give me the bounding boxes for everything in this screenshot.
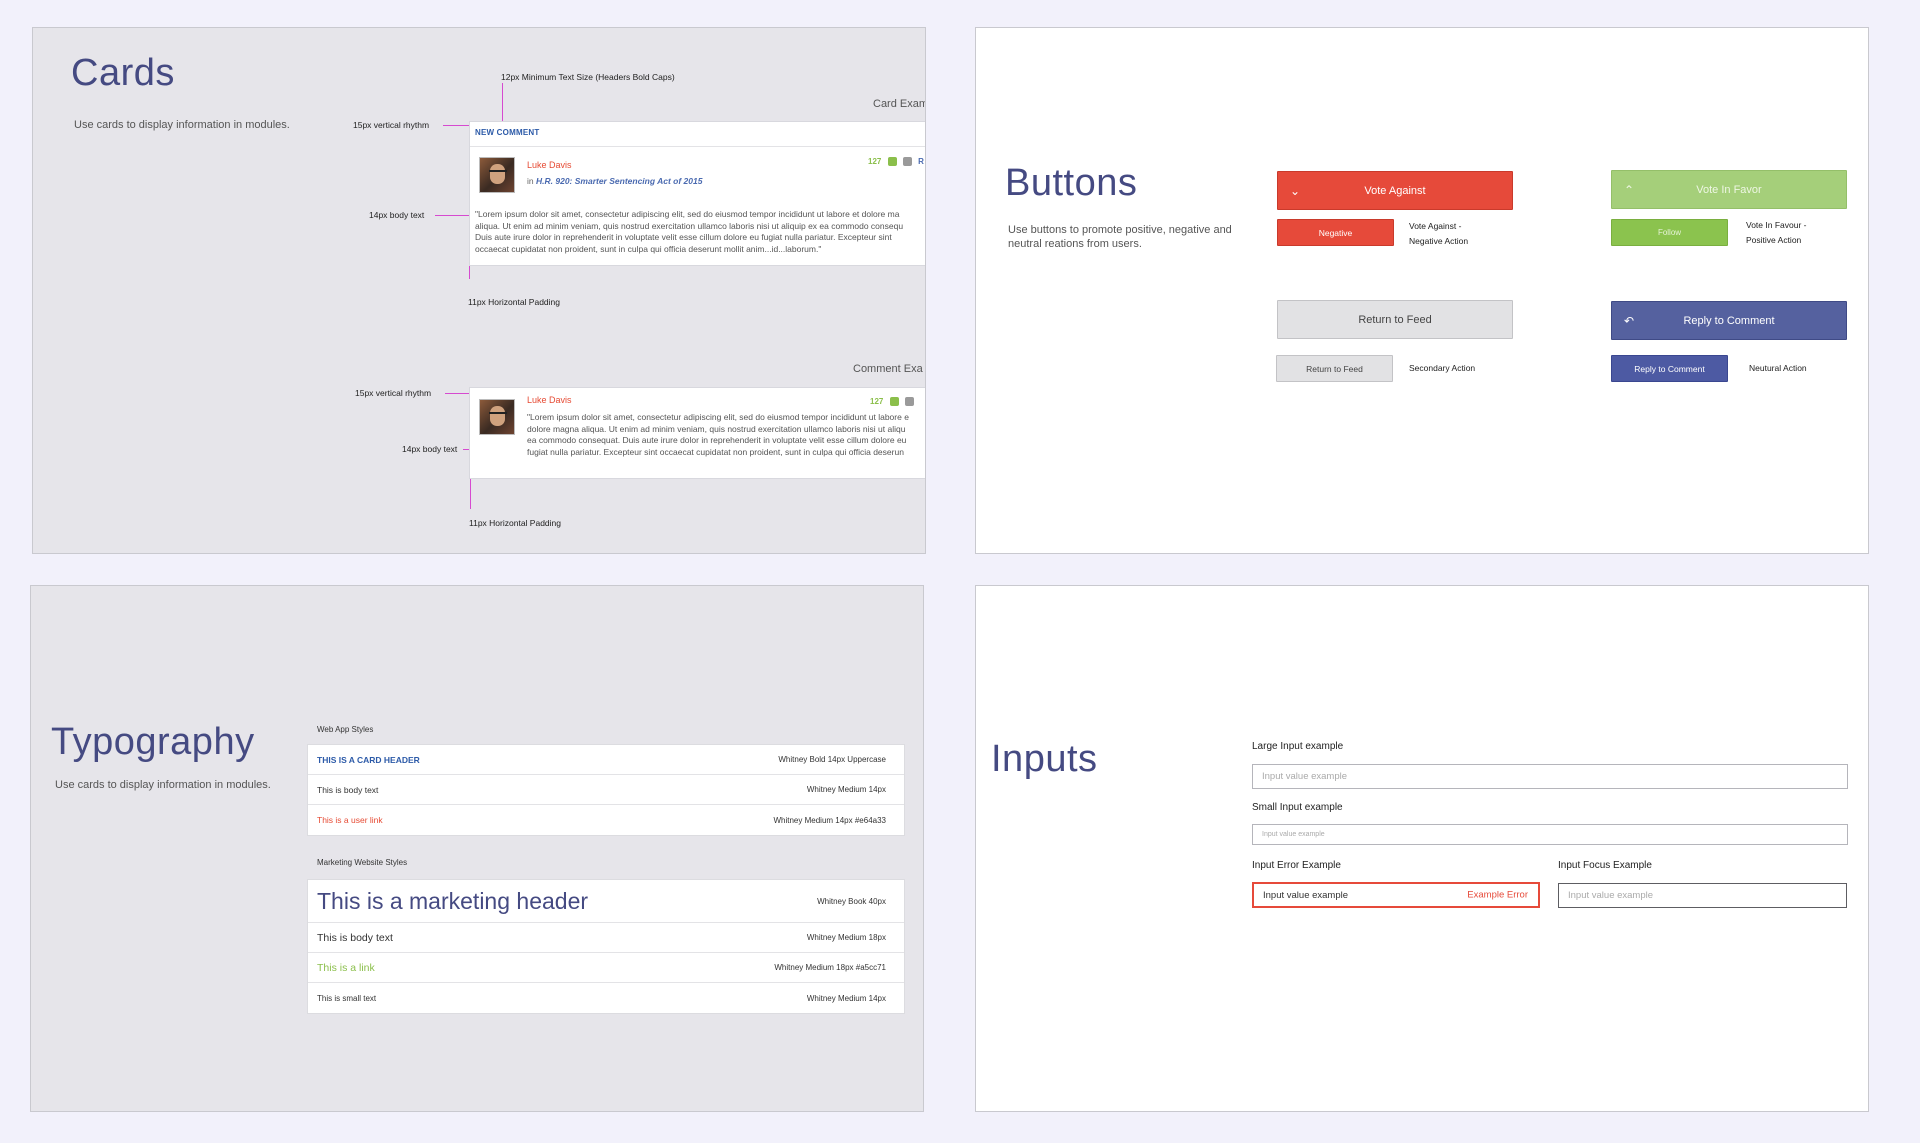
style-spec: Whitney Medium 14px #e64a33 (773, 815, 886, 825)
positive-action-desc: Vote In Favour - Positive Action (1746, 220, 1807, 245)
annotation-vertical-rhythm: 15px vertical rhythm (353, 120, 430, 130)
card-body: "Lorem ipsum dolor sit amet, consectetur… (475, 209, 904, 254)
annotation-body-text: 14px body text (402, 444, 458, 454)
chevron-down-icon: ⌄ (1290, 183, 1301, 198)
negative-button[interactable]: Negative (1277, 219, 1394, 246)
error-message: Example Error (1467, 889, 1528, 901)
card-example-label: Card Exam (873, 98, 926, 110)
table-row: This is a user link Whitney Medium 14px … (308, 805, 904, 835)
vote-in-favor-button[interactable]: ⌃ Vote In Favor (1611, 170, 1847, 209)
style-spec: Whitney Medium 18px (806, 933, 886, 942)
style-spec: Whitney Medium 14px (806, 785, 886, 794)
user-link[interactable]: Luke Davis (527, 395, 572, 405)
body-text-sample: This is body text (317, 784, 379, 795)
focus-input[interactable]: Input value example (1558, 883, 1847, 908)
reply-link[interactable]: R (918, 157, 924, 166)
return-to-feed-button[interactable]: Return to Feed (1277, 300, 1513, 339)
neutral-action-desc: Neutural Action (1749, 363, 1807, 373)
bill-link[interactable]: in H.R. 920: Smarter Sentencing Act of 2… (527, 176, 702, 186)
vote-count: 127 (868, 157, 882, 166)
cards-panel: Cards Use cards to display information i… (32, 27, 926, 554)
comment-example: Luke Davis 127 "Lorem ipsum dolor sit am… (469, 387, 925, 479)
vote-controls: 127 R (868, 157, 924, 167)
marketing-header-sample: This is a marketing header (317, 887, 589, 914)
thumbs-down-icon[interactable] (904, 397, 914, 407)
marketing-styles-label: Marketing Website Styles (317, 858, 408, 867)
table-row: This is body text Whitney Medium 18px (308, 923, 904, 953)
cards-description: Use cards to display information in modu… (74, 119, 290, 131)
inputs-title: Inputs (991, 738, 1098, 780)
annotation-vertical-rhythm: 15px vertical rhythm (355, 388, 432, 398)
table-row: This is a marketing header Whitney Book … (308, 880, 904, 923)
thumbs-up-icon[interactable] (889, 397, 899, 407)
card-header-sample: THIS IS A CARD HEADER (317, 754, 420, 765)
table-row: THIS IS A CARD HEADER Whitney Bold 14px … (308, 745, 904, 775)
typography-title: Typography (51, 721, 255, 763)
table-row: This is small text Whitney Medium 14px (308, 983, 904, 1014)
avatar (479, 399, 515, 435)
avatar (479, 157, 515, 193)
buttons-description: Use buttons to promote positive, negativ… (1008, 224, 1232, 250)
buttons-title: Buttons (1005, 162, 1138, 204)
user-link-sample[interactable]: This is a user link (317, 815, 383, 825)
typography-panel: Typography Use cards to display informat… (30, 585, 924, 1112)
negative-action-desc: Vote Against - Negative Action (1409, 221, 1469, 246)
return-to-feed-small-button[interactable]: Return to Feed (1276, 355, 1393, 382)
card-example: NEW COMMENT Luke Davis in H.R. 920: Smar… (469, 121, 925, 266)
small-text-sample: This is small text (317, 994, 377, 1003)
inputs-panel: Inputs Large Input example Input value e… (975, 585, 1869, 1112)
table-row: This is a link Whitney Medium 18px #a5cc… (308, 953, 904, 983)
style-spec: Whitney Bold 14px Uppercase (778, 755, 886, 764)
style-spec: Whitney Medium 18px #a5cc71 (774, 963, 886, 972)
style-spec: Whitney Medium 14px (806, 994, 886, 1003)
card-header: NEW COMMENT (475, 128, 540, 137)
focus-input-label: Input Focus Example (1558, 860, 1652, 871)
marketing-link-sample[interactable]: This is a link (317, 962, 375, 974)
comment-example-label: Comment Exa (853, 363, 923, 375)
reply-to-comment-small-button[interactable]: Reply to Comment (1611, 355, 1728, 382)
annotation-horizontal-padding: 11px Horizontal Padding (469, 518, 561, 528)
small-input[interactable]: Input value example (1252, 824, 1848, 845)
annotation-horizontal-padding: 11px Horizontal Padding (468, 297, 560, 307)
annotation-line (470, 475, 471, 509)
annotation-min-text-size: 12px Minimum Text Size (Headers Bold Cap… (501, 72, 675, 82)
chevron-up-icon: ⌃ (1624, 182, 1635, 197)
marketing-body-sample: This is body text (317, 931, 393, 944)
small-input-label: Small Input example (1252, 802, 1343, 813)
typography-description: Use cards to display information in modu… (55, 779, 271, 791)
error-input-label: Input Error Example (1252, 860, 1341, 871)
thumbs-up-icon[interactable] (887, 157, 897, 167)
cards-title: Cards (71, 52, 175, 94)
style-spec: Whitney Book 40px (817, 896, 886, 906)
user-link[interactable]: Luke Davis (527, 160, 572, 170)
web-styles-label: Web App Styles (317, 725, 374, 734)
error-input[interactable]: Input value example Example Error (1252, 882, 1540, 908)
reply-to-comment-button[interactable]: ↶ Reply to Comment (1611, 301, 1847, 340)
table-row: This is body text Whitney Medium 14px (308, 775, 904, 805)
reply-arrow-icon: ↶ (1624, 313, 1635, 328)
large-input-label: Large Input example (1252, 741, 1344, 752)
thumbs-down-icon[interactable] (902, 157, 912, 167)
error-input-value: Input value example (1263, 889, 1349, 901)
marketing-styles-table: This is a marketing header Whitney Book … (307, 879, 905, 1014)
vote-controls: 127 (870, 397, 914, 407)
web-styles-table: THIS IS A CARD HEADER Whitney Bold 14px … (307, 744, 905, 836)
large-input[interactable]: Input value example (1252, 764, 1848, 789)
vote-against-button[interactable]: ⌄ Vote Against (1277, 171, 1513, 210)
annotation-body-text: 14px body text (369, 210, 425, 220)
secondary-action-desc: Secondary Action (1409, 363, 1476, 373)
vote-count: 127 (870, 397, 884, 406)
card-divider (470, 146, 925, 147)
buttons-panel: Buttons Use buttons to promote positive,… (975, 27, 1869, 554)
comment-body: "Lorem ipsum dolor sit amet, consectetur… (527, 412, 909, 457)
annotation-line (502, 83, 503, 121)
follow-button[interactable]: Follow (1611, 219, 1728, 246)
